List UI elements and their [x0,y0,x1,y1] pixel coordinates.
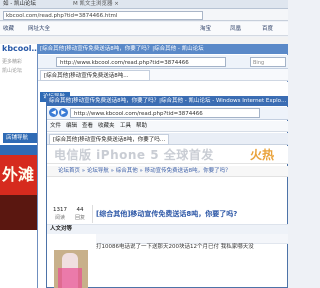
replies-count: 44 [76,207,84,213]
favorite-link[interactable]: 淘宝 [200,24,220,34]
ad-banner-text: 电信版 iPhone 5 全球首发 [54,148,214,162]
menu-view[interactable]: 查看 [82,122,96,131]
menu-help[interactable]: 帮助 [136,122,150,131]
post-title: [综合其他]移动宣传免费送话8吨，你要了吗? [96,210,238,218]
search-input[interactable]: Bing [250,57,286,67]
address-bar[interactable]: http://www.kbcool.com/read.php?tid=38744… [70,108,260,118]
favorite-link[interactable]: 网址大全 [28,24,54,34]
nav-strip [0,145,40,155]
views-label: 阅读 [54,215,65,221]
address-bar[interactable]: http://www.kbcool.com/read.php?tid=38744… [56,57,226,67]
window-title: 综合其他]移动宣传免费送话8吨，你要了吗？|综合其他 - 凯山论坛 - Wind… [46,96,288,106]
shop-nav-button[interactable]: 店铺导航 [3,133,40,143]
window-title: [综合其他]移动宣传免费送话8吨，你要了吗？|综合其他 - 凯山论坛 [37,44,288,54]
side-text: 凯山论坛 [2,68,23,74]
favorite-link[interactable]: 凤凰 [230,24,250,34]
views-count: 1317 [53,207,67,213]
author-name[interactable]: 人文对等 [50,225,110,233]
side-text: 更多精彩 [2,59,23,65]
ad-banner[interactable]: 外滩 [0,155,40,195]
tab-forum[interactable]: 如 - 凯山论坛 [0,0,70,9]
post-body: 打10086电话说了一下送那天200块话12个月已付 我私家哪天没 [96,244,254,250]
menu-tools[interactable]: 工具 [120,122,134,131]
ad-banner-dark [0,195,40,230]
tab-post[interactable]: [综合其他]移动宣传免费送话8吨，你要了吗？|... [49,134,169,145]
site-logo[interactable]: kbcool.com [0,42,40,56]
menu-file[interactable]: 文件 [50,122,64,131]
tab-browser[interactable]: M 凯文主浏览器 × [70,0,140,9]
replies-label: 回复 [74,215,85,221]
favorite-link[interactable]: 收藏 [3,24,25,34]
breadcrumb[interactable]: 论坛首页 » 论坛导航 » 综合其他 » 移动宣传免费送话8吨，你要了吗？ [58,167,258,176]
ad-banner-hot: 火热 [250,148,275,162]
tab-post[interactable]: [综合其他]移动宣传免费送话8吨... [40,70,150,81]
arrow-left-icon[interactable]: ◀ [49,108,58,117]
avatar-overlay [58,268,82,288]
menu-edit[interactable]: 编辑 [66,122,80,131]
address-bar[interactable]: kbcool.com/read.php?tid=3874466.html [3,11,203,20]
arrow-right-icon[interactable]: ▶ [59,108,68,117]
favorite-link[interactable]: 百度 [262,24,286,34]
menu-favorites[interactable]: 收藏夹 [98,122,118,131]
